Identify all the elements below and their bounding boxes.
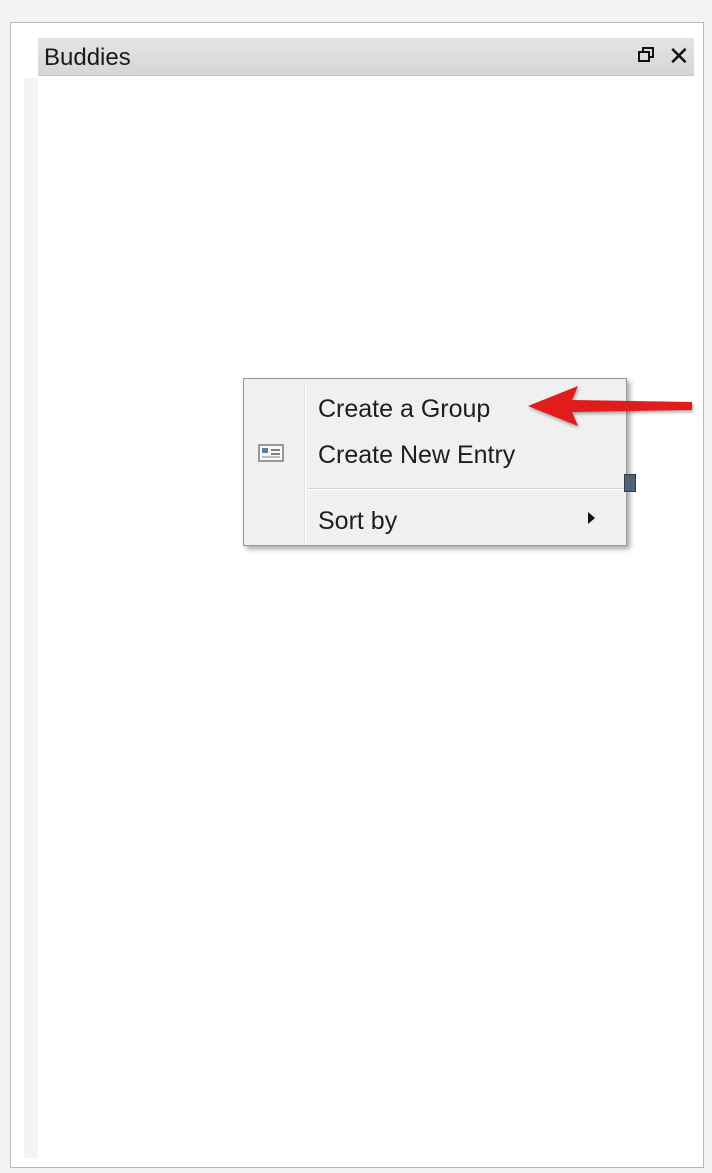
close-icon[interactable]: ✕ [668, 43, 690, 69]
menu-item-create-new-entry[interactable]: Create New Entry [246, 433, 624, 475]
red-arrow-annotation [528, 386, 692, 426]
menu-item-label: Create a Group [318, 395, 491, 423]
menu-item-sort-by[interactable]: Sort by [246, 499, 624, 541]
submenu-arrow-icon [588, 512, 595, 524]
restore-window-icon[interactable] [638, 43, 654, 63]
panel-header: Buddies ✕ [38, 38, 694, 76]
resize-grip[interactable] [624, 474, 636, 492]
panel-title: Buddies [44, 44, 131, 71]
frame-left-gutter [24, 78, 39, 1158]
screenshot-canvas: Buddies ✕ Create a Group Create New Entr… [0, 0, 712, 1173]
contact-card-icon [258, 444, 284, 462]
menu-item-label: Create New Entry [318, 441, 516, 469]
menu-item-label: Sort by [318, 507, 398, 535]
menu-separator [308, 488, 624, 490]
buddies-panel: Buddies ✕ [38, 38, 694, 1160]
